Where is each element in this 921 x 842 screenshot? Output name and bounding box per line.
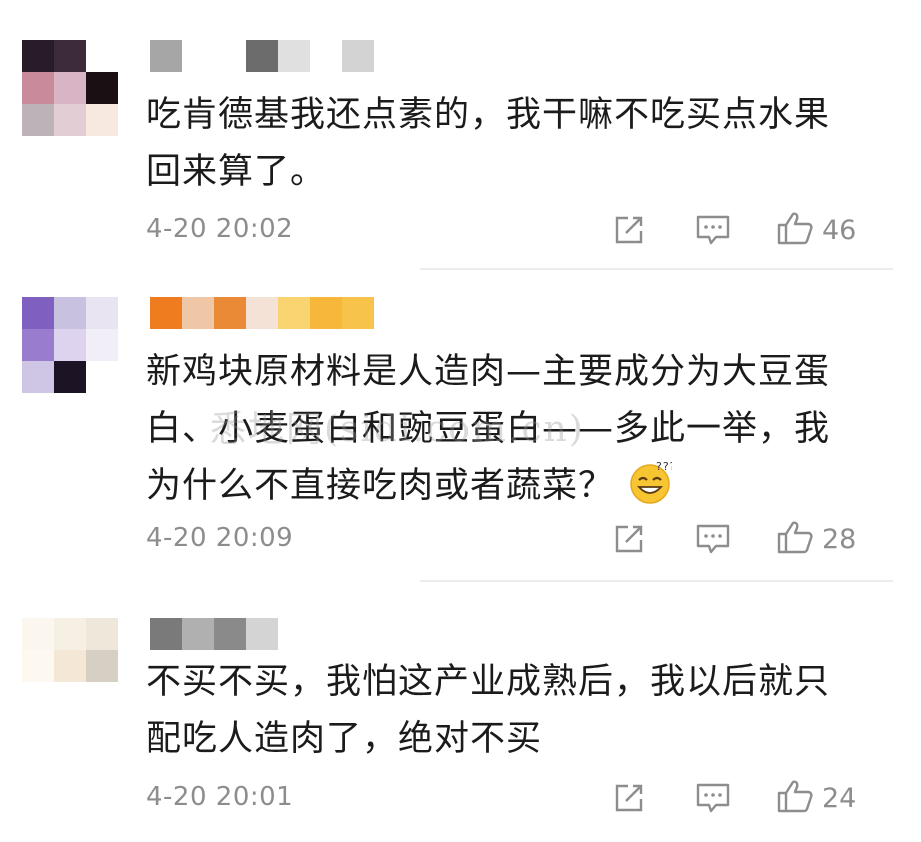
avatar-mosaic-cell xyxy=(86,361,118,393)
username-blurred[interactable] xyxy=(150,618,278,650)
avatar-mosaic-cell xyxy=(86,329,118,361)
comment-text: 吃肯德基我还点素的，我干嘛不吃买点水果 回来算了。 xyxy=(146,87,866,201)
svg-text:???: ??? xyxy=(656,461,672,473)
comment-icon[interactable] xyxy=(695,210,731,250)
comment-icon[interactable] xyxy=(695,519,731,559)
comment-text-line: 为什么不直接吃肉或者蔬菜？ ??? xyxy=(146,458,866,515)
avatar-mosaic-cell xyxy=(54,72,86,104)
share-icon[interactable] xyxy=(612,519,646,559)
avatar-mosaic-cell xyxy=(22,329,54,361)
comment-text-line: 吃肯德基我还点素的，我干嘛不吃买点水果 xyxy=(146,95,831,135)
share-icon[interactable] xyxy=(612,778,646,818)
comment-text: 不买不买，我怕这产业成熟后，我以后就只 配吃人造肉了，绝对不买 xyxy=(146,654,866,768)
comment-text: 新鸡块原材料是人造肉—主要成分为大豆蛋 白、小麦蛋白和豌豆蛋白——多此一举，我 … xyxy=(146,344,866,515)
like-button[interactable]: 46 xyxy=(776,210,856,250)
username-mosaic-cell xyxy=(278,40,310,72)
avatar-mosaic-cell xyxy=(86,650,118,682)
username-blurred[interactable] xyxy=(150,297,374,329)
comment-text-line: 配吃人造肉了，绝对不买 xyxy=(146,719,543,759)
username-mosaic-cell xyxy=(214,40,246,72)
avatar-mosaic-cell xyxy=(22,361,54,393)
username-blurred[interactable] xyxy=(150,40,374,72)
comment-time: 4-20 20:02 xyxy=(146,214,294,244)
username-mosaic-cell xyxy=(246,618,278,650)
avatar-mosaic-cell xyxy=(86,40,118,72)
avatar[interactable] xyxy=(22,297,118,393)
like-count: 28 xyxy=(822,523,857,555)
username-mosaic-cell xyxy=(246,40,278,72)
avatar-mosaic-cell xyxy=(22,104,54,136)
avatar-mosaic-cell xyxy=(54,104,86,136)
avatar[interactable] xyxy=(22,40,118,136)
comment-meta: 4-20 20:09 28 xyxy=(146,519,876,559)
divider xyxy=(420,580,893,582)
avatar-mosaic-cell xyxy=(54,650,86,682)
comment-meta: 4-20 20:02 46 xyxy=(146,210,876,250)
username-mosaic-cell xyxy=(342,297,374,329)
avatar-mosaic-cell xyxy=(54,618,86,650)
avatar-mosaic-cell xyxy=(86,297,118,329)
avatar-mosaic-cell xyxy=(22,40,54,72)
like-button[interactable]: 28 xyxy=(776,519,856,559)
grinning-sweat-emoji-icon: ??? xyxy=(630,461,672,504)
username-mosaic-cell xyxy=(310,40,342,72)
avatar-mosaic-cell xyxy=(86,72,118,104)
like-button[interactable]: 24 xyxy=(776,778,856,818)
avatar-mosaic-cell xyxy=(54,329,86,361)
avatar-mosaic-cell xyxy=(54,682,86,714)
avatar-mosaic-cell xyxy=(22,682,54,714)
username-mosaic-cell xyxy=(246,297,278,329)
username-mosaic-cell xyxy=(278,297,310,329)
avatar-mosaic-cell xyxy=(22,72,54,104)
username-mosaic-cell xyxy=(182,40,214,72)
username-mosaic-cell xyxy=(214,297,246,329)
avatar-mosaic-cell xyxy=(86,104,118,136)
comment-text-line: 新鸡块原材料是人造肉—主要成分为大豆蛋 xyxy=(146,352,831,392)
comment-text-line: 不买不买，我怕这产业成熟后，我以后就只 xyxy=(146,662,831,702)
username-mosaic-cell xyxy=(342,40,374,72)
username-mosaic-cell xyxy=(214,618,246,650)
username-mosaic-cell xyxy=(182,297,214,329)
comment-text-line: 回来算了。 xyxy=(146,152,327,192)
divider xyxy=(420,268,893,270)
like-count: 46 xyxy=(822,214,857,246)
avatar-mosaic-cell xyxy=(22,618,54,650)
comment-icon[interactable] xyxy=(695,778,731,818)
thumbs-up-icon xyxy=(776,778,814,818)
avatar-mosaic-cell xyxy=(54,361,86,393)
username-mosaic-cell xyxy=(182,618,214,650)
avatar-mosaic-cell xyxy=(86,618,118,650)
avatar-mosaic-cell xyxy=(86,682,118,714)
comment-time: 4-20 20:01 xyxy=(146,782,294,812)
avatar-mosaic-cell xyxy=(22,650,54,682)
avatar[interactable] xyxy=(22,618,118,714)
avatar-mosaic-cell xyxy=(22,297,54,329)
comment-time: 4-20 20:09 xyxy=(146,523,294,553)
comment-text-line: 白、小麦蛋白和豌豆蛋白——多此一举，我 xyxy=(146,409,831,449)
like-count: 24 xyxy=(822,782,857,814)
username-mosaic-cell xyxy=(150,40,182,72)
thumbs-up-icon xyxy=(776,519,814,559)
username-mosaic-cell xyxy=(150,618,182,650)
comment-text-line-content: 为什么不直接吃肉或者蔬菜？ xyxy=(146,466,615,506)
avatar-mosaic-cell xyxy=(54,40,86,72)
thumbs-up-icon xyxy=(776,210,814,250)
share-icon[interactable] xyxy=(612,210,646,250)
username-mosaic-cell xyxy=(150,297,182,329)
avatar-mosaic-cell xyxy=(54,297,86,329)
comment-meta: 4-20 20:01 24 xyxy=(146,778,876,818)
username-mosaic-cell xyxy=(310,297,342,329)
